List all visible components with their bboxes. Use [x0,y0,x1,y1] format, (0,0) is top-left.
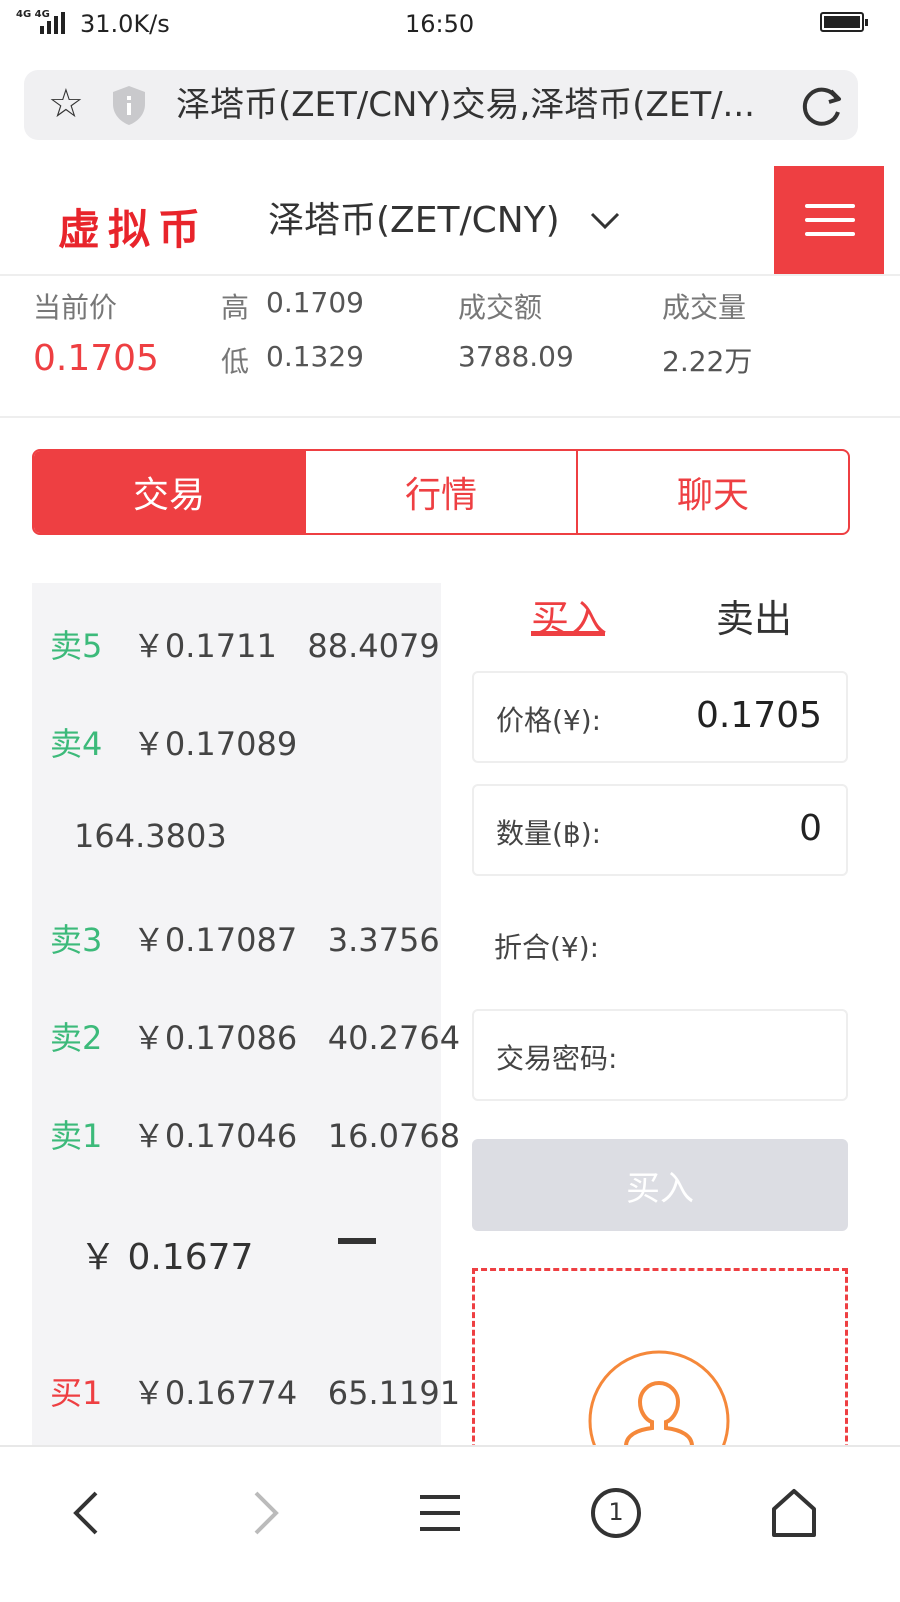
address-bar[interactable]: ☆ 泽塔币(ZET/CNY)交易,泽塔币(ZET/... [24,70,858,140]
tab-market[interactable]: 行情 [306,451,578,533]
high-label: 高 [221,291,250,324]
hamburger-icon[interactable] [774,166,884,274]
price-input[interactable]: 0.1705 [622,695,822,736]
ask-row[interactable]: 卖5 ￥0.1711 88.4079 [50,621,440,667]
sell-tab[interactable]: 卖出 [716,588,792,643]
order-book: 卖5 ￥0.1711 88.4079 卖4 ￥0.17089 164.3803 … [32,583,460,1445]
bid-amount: 65.1191 [327,1374,461,1412]
reload-icon[interactable] [798,82,846,130]
volume-label: 成交量 [662,291,747,324]
ask-row[interactable]: 卖4 ￥0.17089 [50,719,297,765]
site-header: 虚拟币 泽塔币(ZET/CNY) [0,166,900,276]
ask-row[interactable]: 卖1 ￥0.17046 16.0768 [50,1111,460,1157]
ask-amount: 3.3756 [327,921,440,959]
status-bar: 4G 4G 31.0K/s 16:50 [0,0,900,48]
ask-label: 卖4 [50,725,103,763]
ask-label: 卖1 [50,1117,103,1155]
ask-amount: 88.4079 [307,627,440,665]
ask-label: 卖2 [50,1019,103,1057]
password-field[interactable]: 交易密码: [472,1009,848,1101]
turnover-value: 3788.09 [458,340,574,373]
pair-selector[interactable]: 泽塔币(ZET/CNY) [268,196,560,246]
quantity-field[interactable]: 数量(฿): 0 [472,784,848,876]
clock: 16:50 [405,10,475,38]
market-stats: 当前价 0.1705 高 0.1709 低 0.1329 成交额 3788.09… [0,276,900,418]
star-icon[interactable]: ☆ [48,82,84,126]
buy-submit-button[interactable]: 买入 [472,1139,848,1231]
turnover-label: 成交额 [458,291,543,324]
tab-chat[interactable]: 聊天 [578,451,848,533]
low-value: 0.1329 [266,340,364,373]
shield-icon[interactable] [110,84,148,126]
ask-amount: 16.0768 [327,1117,461,1155]
quantity-input[interactable]: 0 [622,808,822,849]
ask-amount: 40.2764 [327,1019,461,1057]
last-price: ￥ 0.1677 [80,1237,254,1278]
ask-price: ￥0.17086 [132,1019,298,1057]
browser-bottom-nav: 1 [0,1445,900,1602]
signal-icon [40,12,70,34]
ask-price: ￥0.17089 [132,725,298,763]
quantity-label: 数量(฿): [496,817,602,850]
volume-value: 2.22万 [662,345,753,378]
tab-trade[interactable]: 交易 [34,451,306,533]
low-label: 低 [221,345,250,378]
buy-tab-underline [531,631,605,636]
back-icon[interactable] [58,1483,118,1543]
ask-label: 卖5 [50,627,103,665]
home-icon[interactable] [764,1483,824,1543]
forward-icon[interactable] [234,1483,294,1543]
bid-label: 买1 [50,1374,103,1412]
main-tabs: 交易 行情 聊天 [32,449,850,535]
ask-price: ￥0.1711 [132,627,277,665]
tab-count: 1 [608,1498,624,1526]
ask-row[interactable]: 卖3 ￥0.17087 3.3756 [50,915,440,961]
bid-row[interactable]: 买1 ￥0.16774 65.1191 [50,1368,460,1414]
ask-price: ￥0.17087 [132,921,298,959]
ask-row[interactable]: 卖2 ￥0.17086 40.2764 [50,1013,460,1059]
price-label: 价格(¥): [496,704,602,737]
tabs-icon[interactable]: 1 [586,1483,646,1543]
page-title[interactable]: 泽塔币(ZET/CNY)交易,泽塔币(ZET/... [176,84,776,126]
password-label: 交易密码: [496,1042,618,1075]
ask-amount: 164.3803 [74,817,227,855]
bid-price: ￥0.16774 [132,1374,298,1412]
site-logo[interactable]: 虚拟币 [58,196,208,257]
current-price: 0.1705 [33,338,159,379]
high-value: 0.1709 [266,286,364,319]
ask-price: ￥0.17046 [132,1117,298,1155]
menu-icon[interactable] [410,1483,470,1543]
chevron-down-icon[interactable] [588,204,622,238]
price-field[interactable]: 价格(¥): 0.1705 [472,671,848,763]
ask-label: 卖3 [50,921,103,959]
network-speed: 31.0K/s [80,10,170,38]
total-label: 折合(¥): [494,931,600,964]
price-trend-flat-icon [338,1238,376,1244]
current-price-label: 当前价 [33,291,118,324]
battery-icon [820,12,868,32]
